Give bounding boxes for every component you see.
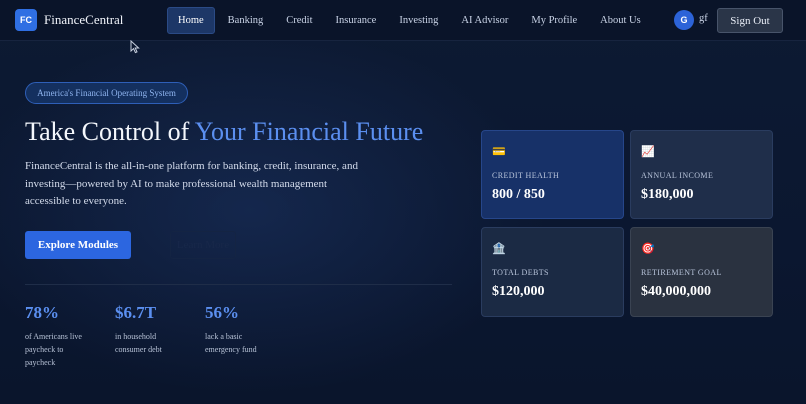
nav-link-home[interactable]: Home: [167, 7, 215, 34]
stat-paycheck: 78% of Americans live paycheck to payche…: [25, 303, 82, 369]
stat-consumer-debt: $6.7T in household consumer debt: [115, 303, 162, 356]
credit-card-icon: 💳: [492, 145, 506, 158]
stat-label-line: consumer debt: [115, 345, 162, 354]
stat-value: $6.7T: [115, 303, 157, 322]
logo-icon[interactable]: FC: [15, 9, 37, 31]
stat-value: 56%: [205, 303, 239, 322]
target-icon: 🎯: [641, 242, 655, 255]
headline-accent: Your Financial Future: [194, 117, 424, 146]
stat-emergency-fund: 56% lack a basic emergency fund: [205, 303, 257, 356]
stat-label-line: paycheck: [25, 358, 56, 367]
brand-name[interactable]: FinanceCentral: [44, 12, 123, 28]
stat-label: in household consumer debt: [115, 330, 162, 356]
stat-label-line: lack a basic: [205, 332, 243, 341]
nav-link-my-profile[interactable]: My Profile: [521, 7, 587, 34]
hero-headline: Take Control of Your Financial Future: [25, 117, 423, 147]
learn-more-button[interactable]: Learn More: [170, 231, 236, 259]
username[interactable]: gf: [699, 13, 708, 24]
nav-link-about-us[interactable]: About Us: [590, 7, 651, 34]
stat-label-line: emergency fund: [205, 345, 257, 354]
stat-label-line: in household: [115, 332, 157, 341]
hero-description: FinanceCentral is the all-in-one platfor…: [25, 160, 358, 207]
nav-link-ai-advisor[interactable]: AI Advisor: [451, 7, 518, 34]
nav-link-insurance[interactable]: Insurance: [326, 7, 387, 34]
explore-modules-button[interactable]: Explore Modules: [25, 231, 131, 259]
nav-links: Home Banking Credit Insurance Investing …: [167, 7, 654, 34]
card-label: RETIREMENT GOAL: [641, 268, 722, 277]
card-value: $40,000,000: [641, 284, 711, 299]
stat-label-line: of Americans live: [25, 332, 82, 341]
sign-out-button[interactable]: Sign Out: [717, 8, 783, 33]
stat-label-line: paycheck to: [25, 345, 64, 354]
hero-divider: [25, 284, 452, 285]
nav-link-credit[interactable]: Credit: [276, 7, 322, 34]
card-credit-health[interactable]: 💳 CREDIT HEALTH 800 / 850: [481, 130, 624, 219]
top-nav: FC FinanceCentral Home Banking Credit In…: [0, 0, 806, 41]
card-value: 800 / 850: [492, 187, 545, 202]
card-label: CREDIT HEALTH: [492, 171, 560, 180]
stat-value: 78%: [25, 303, 59, 322]
card-label: TOTAL DEBTS: [492, 268, 549, 277]
nav-link-investing[interactable]: Investing: [389, 7, 448, 34]
chart-up-icon: 📈: [641, 145, 655, 158]
card-total-debts[interactable]: 🏦 TOTAL DEBTS $120,000: [481, 227, 624, 317]
card-label: ANNUAL INCOME: [641, 171, 714, 180]
stat-label: lack a basic emergency fund: [205, 330, 257, 356]
stat-label: of Americans live paycheck to paycheck: [25, 330, 82, 369]
card-value: $180,000: [641, 187, 694, 202]
headline-plain: Take Control of: [25, 117, 195, 146]
nav-link-banking[interactable]: Banking: [218, 7, 274, 34]
card-annual-income[interactable]: 📈 ANNUAL INCOME $180,000: [630, 130, 773, 219]
bank-icon: 🏦: [492, 242, 506, 255]
mouse-cursor-icon: [130, 40, 140, 54]
card-value: $120,000: [492, 284, 545, 299]
tagline-pill: America's Financial Operating System: [25, 82, 188, 104]
avatar[interactable]: G: [674, 10, 694, 30]
card-retirement-goal[interactable]: 🎯 RETIREMENT GOAL $40,000,000: [630, 227, 773, 317]
